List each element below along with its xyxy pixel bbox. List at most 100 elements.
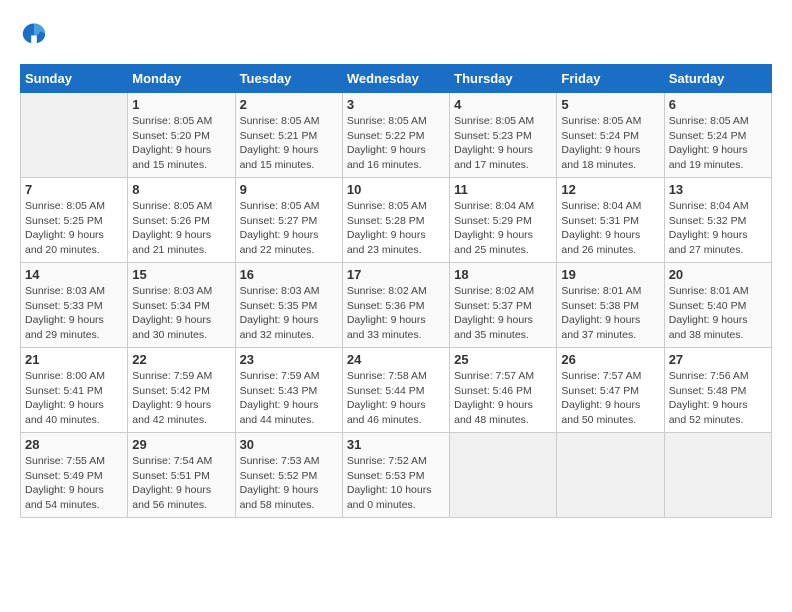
calendar-cell: 4 Sunrise: 8:05 AM Sunset: 5:23 PM Dayli… — [450, 93, 557, 178]
calendar-cell — [450, 433, 557, 518]
calendar-cell: 3 Sunrise: 8:05 AM Sunset: 5:22 PM Dayli… — [342, 93, 449, 178]
cell-info: Sunrise: 8:02 AM Sunset: 5:36 PM Dayligh… — [347, 284, 445, 343]
day-number: 29 — [132, 437, 230, 452]
logo — [20, 20, 52, 48]
day-number: 17 — [347, 267, 445, 282]
weekday-header-thursday: Thursday — [450, 65, 557, 93]
cell-info: Sunrise: 8:05 AM Sunset: 5:24 PM Dayligh… — [561, 114, 659, 173]
page-header — [20, 20, 772, 48]
cell-info: Sunrise: 7:57 AM Sunset: 5:46 PM Dayligh… — [454, 369, 552, 428]
weekday-header-friday: Friday — [557, 65, 664, 93]
day-number: 11 — [454, 182, 552, 197]
calendar-cell: 15 Sunrise: 8:03 AM Sunset: 5:34 PM Dayl… — [128, 263, 235, 348]
cell-info: Sunrise: 8:05 AM Sunset: 5:25 PM Dayligh… — [25, 199, 123, 258]
cell-info: Sunrise: 8:05 AM Sunset: 5:24 PM Dayligh… — [669, 114, 767, 173]
day-number: 27 — [669, 352, 767, 367]
day-number: 7 — [25, 182, 123, 197]
day-number: 31 — [347, 437, 445, 452]
calendar-cell: 28 Sunrise: 7:55 AM Sunset: 5:49 PM Dayl… — [21, 433, 128, 518]
calendar-cell: 9 Sunrise: 8:05 AM Sunset: 5:27 PM Dayli… — [235, 178, 342, 263]
cell-info: Sunrise: 8:00 AM Sunset: 5:41 PM Dayligh… — [25, 369, 123, 428]
calendar-week-row: 28 Sunrise: 7:55 AM Sunset: 5:49 PM Dayl… — [21, 433, 772, 518]
weekday-header-sunday: Sunday — [21, 65, 128, 93]
day-number: 23 — [240, 352, 338, 367]
calendar-cell: 22 Sunrise: 7:59 AM Sunset: 5:42 PM Dayl… — [128, 348, 235, 433]
calendar-cell: 10 Sunrise: 8:05 AM Sunset: 5:28 PM Dayl… — [342, 178, 449, 263]
calendar-cell: 16 Sunrise: 8:03 AM Sunset: 5:35 PM Dayl… — [235, 263, 342, 348]
cell-info: Sunrise: 7:54 AM Sunset: 5:51 PM Dayligh… — [132, 454, 230, 513]
calendar-cell: 2 Sunrise: 8:05 AM Sunset: 5:21 PM Dayli… — [235, 93, 342, 178]
calendar-week-row: 14 Sunrise: 8:03 AM Sunset: 5:33 PM Dayl… — [21, 263, 772, 348]
day-number: 26 — [561, 352, 659, 367]
calendar-cell: 31 Sunrise: 7:52 AM Sunset: 5:53 PM Dayl… — [342, 433, 449, 518]
calendar-cell: 8 Sunrise: 8:05 AM Sunset: 5:26 PM Dayli… — [128, 178, 235, 263]
calendar-cell: 1 Sunrise: 8:05 AM Sunset: 5:20 PM Dayli… — [128, 93, 235, 178]
day-number: 3 — [347, 97, 445, 112]
calendar-cell — [557, 433, 664, 518]
cell-info: Sunrise: 8:05 AM Sunset: 5:20 PM Dayligh… — [132, 114, 230, 173]
weekday-header-saturday: Saturday — [664, 65, 771, 93]
cell-info: Sunrise: 7:52 AM Sunset: 5:53 PM Dayligh… — [347, 454, 445, 513]
day-number: 15 — [132, 267, 230, 282]
cell-info: Sunrise: 8:05 AM Sunset: 5:22 PM Dayligh… — [347, 114, 445, 173]
day-number: 6 — [669, 97, 767, 112]
day-number: 30 — [240, 437, 338, 452]
day-number: 14 — [25, 267, 123, 282]
day-number: 28 — [25, 437, 123, 452]
cell-info: Sunrise: 7:53 AM Sunset: 5:52 PM Dayligh… — [240, 454, 338, 513]
calendar-cell — [21, 93, 128, 178]
day-number: 16 — [240, 267, 338, 282]
calendar-cell: 7 Sunrise: 8:05 AM Sunset: 5:25 PM Dayli… — [21, 178, 128, 263]
calendar-cell: 11 Sunrise: 8:04 AM Sunset: 5:29 PM Dayl… — [450, 178, 557, 263]
calendar-table: SundayMondayTuesdayWednesdayThursdayFrid… — [20, 64, 772, 518]
cell-info: Sunrise: 7:58 AM Sunset: 5:44 PM Dayligh… — [347, 369, 445, 428]
calendar-cell: 18 Sunrise: 8:02 AM Sunset: 5:37 PM Dayl… — [450, 263, 557, 348]
calendar-cell: 26 Sunrise: 7:57 AM Sunset: 5:47 PM Dayl… — [557, 348, 664, 433]
cell-info: Sunrise: 8:05 AM Sunset: 5:26 PM Dayligh… — [132, 199, 230, 258]
cell-info: Sunrise: 8:03 AM Sunset: 5:34 PM Dayligh… — [132, 284, 230, 343]
day-number: 1 — [132, 97, 230, 112]
cell-info: Sunrise: 7:59 AM Sunset: 5:42 PM Dayligh… — [132, 369, 230, 428]
cell-info: Sunrise: 8:03 AM Sunset: 5:33 PM Dayligh… — [25, 284, 123, 343]
cell-info: Sunrise: 8:05 AM Sunset: 5:27 PM Dayligh… — [240, 199, 338, 258]
day-number: 12 — [561, 182, 659, 197]
calendar-cell: 29 Sunrise: 7:54 AM Sunset: 5:51 PM Dayl… — [128, 433, 235, 518]
cell-info: Sunrise: 8:03 AM Sunset: 5:35 PM Dayligh… — [240, 284, 338, 343]
calendar-cell: 14 Sunrise: 8:03 AM Sunset: 5:33 PM Dayl… — [21, 263, 128, 348]
calendar-cell: 6 Sunrise: 8:05 AM Sunset: 5:24 PM Dayli… — [664, 93, 771, 178]
calendar-cell: 24 Sunrise: 7:58 AM Sunset: 5:44 PM Dayl… — [342, 348, 449, 433]
calendar-cell: 12 Sunrise: 8:04 AM Sunset: 5:31 PM Dayl… — [557, 178, 664, 263]
day-number: 9 — [240, 182, 338, 197]
day-number: 24 — [347, 352, 445, 367]
cell-info: Sunrise: 8:02 AM Sunset: 5:37 PM Dayligh… — [454, 284, 552, 343]
cell-info: Sunrise: 8:01 AM Sunset: 5:38 PM Dayligh… — [561, 284, 659, 343]
day-number: 18 — [454, 267, 552, 282]
calendar-cell: 27 Sunrise: 7:56 AM Sunset: 5:48 PM Dayl… — [664, 348, 771, 433]
calendar-cell: 5 Sunrise: 8:05 AM Sunset: 5:24 PM Dayli… — [557, 93, 664, 178]
day-number: 8 — [132, 182, 230, 197]
calendar-header-row: SundayMondayTuesdayWednesdayThursdayFrid… — [21, 65, 772, 93]
day-number: 2 — [240, 97, 338, 112]
calendar-cell: 17 Sunrise: 8:02 AM Sunset: 5:36 PM Dayl… — [342, 263, 449, 348]
cell-info: Sunrise: 8:04 AM Sunset: 5:31 PM Dayligh… — [561, 199, 659, 258]
calendar-cell — [664, 433, 771, 518]
day-number: 21 — [25, 352, 123, 367]
cell-info: Sunrise: 7:57 AM Sunset: 5:47 PM Dayligh… — [561, 369, 659, 428]
cell-info: Sunrise: 8:05 AM Sunset: 5:28 PM Dayligh… — [347, 199, 445, 258]
calendar-cell: 13 Sunrise: 8:04 AM Sunset: 5:32 PM Dayl… — [664, 178, 771, 263]
day-number: 4 — [454, 97, 552, 112]
day-number: 19 — [561, 267, 659, 282]
cell-info: Sunrise: 8:04 AM Sunset: 5:29 PM Dayligh… — [454, 199, 552, 258]
cell-info: Sunrise: 7:55 AM Sunset: 5:49 PM Dayligh… — [25, 454, 123, 513]
cell-info: Sunrise: 7:56 AM Sunset: 5:48 PM Dayligh… — [669, 369, 767, 428]
day-number: 25 — [454, 352, 552, 367]
weekday-header-wednesday: Wednesday — [342, 65, 449, 93]
calendar-cell: 25 Sunrise: 7:57 AM Sunset: 5:46 PM Dayl… — [450, 348, 557, 433]
calendar-cell: 21 Sunrise: 8:00 AM Sunset: 5:41 PM Dayl… — [21, 348, 128, 433]
day-number: 22 — [132, 352, 230, 367]
calendar-week-row: 1 Sunrise: 8:05 AM Sunset: 5:20 PM Dayli… — [21, 93, 772, 178]
cell-info: Sunrise: 8:05 AM Sunset: 5:21 PM Dayligh… — [240, 114, 338, 173]
weekday-header-monday: Monday — [128, 65, 235, 93]
weekday-header-tuesday: Tuesday — [235, 65, 342, 93]
calendar-cell: 20 Sunrise: 8:01 AM Sunset: 5:40 PM Dayl… — [664, 263, 771, 348]
